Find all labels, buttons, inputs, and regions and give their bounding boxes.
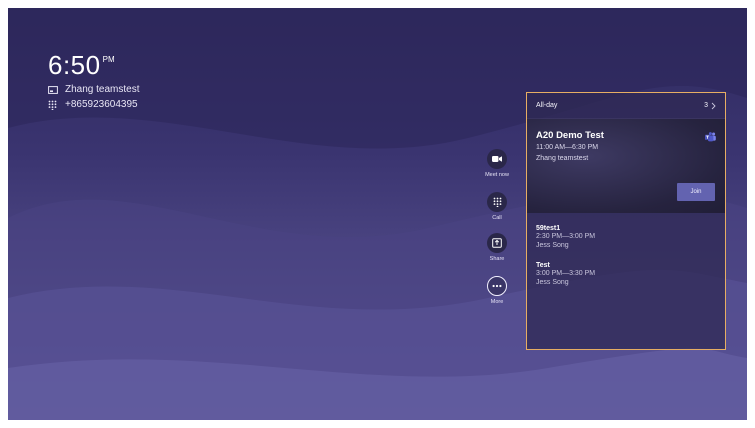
- dialpad-small-icon: [48, 100, 60, 110]
- video-camera-icon[interactable]: [487, 149, 507, 169]
- clock: 6:50 PM: [48, 52, 115, 78]
- more-icon[interactable]: [487, 276, 507, 296]
- clock-ampm: PM: [102, 55, 115, 64]
- meeting-item[interactable]: 59test1 2:30 PM—3:00 PM Jess Song: [527, 225, 725, 250]
- meeting-organizer: Jess Song: [536, 242, 569, 249]
- featured-meeting-title: A20 Demo Test: [536, 130, 604, 141]
- meeting-item[interactable]: Test 3:00 PM—3:30 PM Jess Song: [527, 262, 725, 287]
- device-phone-row: +865923604395: [48, 99, 138, 110]
- teams-logo-icon: [705, 129, 716, 147]
- featured-meeting-card[interactable]: A20 Demo Test 11:00 AM—6:30 PM Zhang tea…: [527, 119, 725, 213]
- device-name-row: Zhang teamstest: [48, 84, 139, 95]
- more-button[interactable]: More: [486, 276, 508, 305]
- share-screen-icon[interactable]: [487, 233, 507, 253]
- device-name: Zhang teamstest: [65, 84, 140, 95]
- call-label: Call: [492, 215, 502, 221]
- meet-now-button[interactable]: Meet now: [485, 149, 509, 178]
- meeting-title: Test: [536, 262, 550, 269]
- all-day-header[interactable]: All-day 3: [527, 93, 725, 119]
- home-screen: 6:50 PM Zhang teamstest +865923604395 Me…: [8, 8, 747, 420]
- meet-now-label: Meet now: [485, 172, 509, 178]
- share-button[interactable]: Share: [486, 233, 508, 262]
- call-button[interactable]: Call: [486, 192, 508, 221]
- room-display-icon: [48, 85, 60, 94]
- meeting-title: 59test1: [536, 225, 561, 232]
- meeting-organizer: Jess Song: [536, 279, 569, 286]
- all-day-label: All-day: [536, 102, 558, 109]
- dialpad-icon[interactable]: [487, 192, 507, 212]
- more-label: More: [490, 299, 504, 305]
- clock-time: 6:50: [48, 50, 101, 80]
- share-label: Share: [489, 256, 505, 262]
- all-day-count[interactable]: 3: [704, 102, 716, 110]
- meeting-time: 2:30 PM—3:00 PM: [536, 233, 596, 240]
- meeting-time: 3:00 PM—3:30 PM: [536, 270, 596, 277]
- join-button[interactable]: Join: [677, 183, 715, 201]
- device-phone: +865923604395: [65, 99, 138, 110]
- featured-meeting-organizer: Zhang teamstest: [536, 155, 589, 162]
- chevron-right-icon: [711, 102, 716, 109]
- featured-meeting-time: 11:00 AM—6:30 PM: [536, 144, 599, 151]
- calendar-panel: All-day 3 A20 Demo Test 11:00 AM—6:30 PM…: [526, 92, 726, 350]
- all-day-count-value: 3: [704, 102, 708, 109]
